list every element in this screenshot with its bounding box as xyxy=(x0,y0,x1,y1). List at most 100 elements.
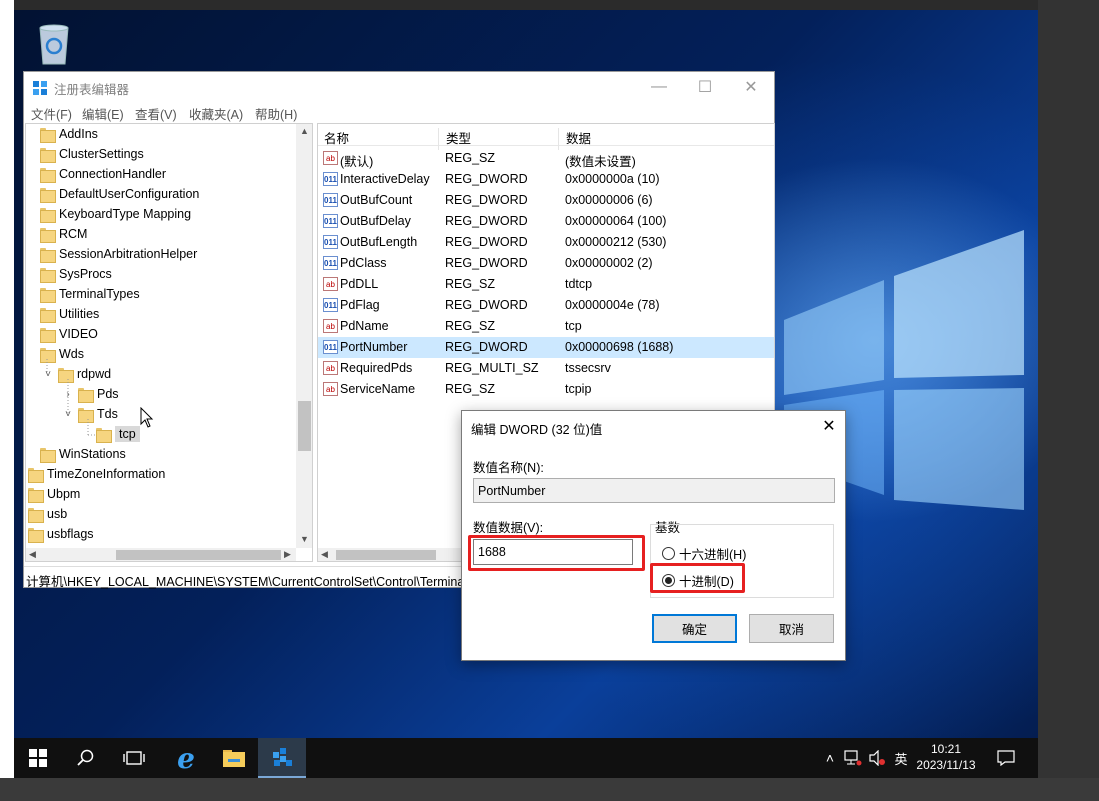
value-data: tssecsrv xyxy=(565,361,611,375)
hex-radio-button[interactable] xyxy=(662,547,675,560)
value-type: REG_DWORD xyxy=(445,214,528,228)
column-type-header[interactable]: 类型 xyxy=(446,128,471,147)
value-row[interactable]: 011 PdClass REG_DWORD 0x00000002 (2) xyxy=(318,253,774,274)
registry-key-tree[interactable]: AddIns ClusterSettings ConnectionHandler De… xyxy=(25,123,313,562)
scroll-left-arrow-icon[interactable]: ◀ xyxy=(29,549,36,560)
action-center-button[interactable] xyxy=(994,738,1018,778)
value-data-input[interactable]: 1688 xyxy=(473,539,633,565)
tree-item[interactable]: Utilities xyxy=(40,304,99,324)
tree-item[interactable]: ˅ rdpwd xyxy=(42,364,111,384)
tree-item[interactable]: TimeZoneInformation xyxy=(28,464,165,484)
tree-item[interactable]: Wds xyxy=(40,344,84,364)
value-row[interactable]: ab RequiredPds REG_MULTI_SZ tssecsrv xyxy=(318,358,774,379)
tree-item[interactable]: ConnectionHandler xyxy=(40,164,166,184)
windows-start-icon xyxy=(29,749,47,767)
tree-item[interactable]: usbflags xyxy=(28,524,94,544)
decimal-radio-button[interactable] xyxy=(662,574,675,587)
scroll-up-arrow-icon[interactable]: ▲ xyxy=(300,126,309,136)
value-name-field: PortNumber xyxy=(473,478,835,503)
menu-view[interactable]: 查看(V) xyxy=(135,104,177,123)
hex-radio[interactable]: 十六进制(H) xyxy=(662,544,746,563)
scroll-left-arrow-icon[interactable]: ◀ xyxy=(321,549,328,560)
tree-item[interactable]: AddIns xyxy=(40,124,98,144)
value-data: 0x00000212 (530) xyxy=(565,235,667,249)
start-button[interactable] xyxy=(14,738,62,778)
regedit-taskbar-button[interactable] xyxy=(258,738,306,778)
tree-item[interactable]: TerminalTypes xyxy=(40,284,140,304)
collapse-chevron-icon[interactable]: ˅ xyxy=(62,409,74,420)
tree-item-label: tcp xyxy=(115,426,140,442)
value-data: 0x0000000a (10) xyxy=(565,172,660,186)
folder-icon xyxy=(40,187,56,203)
internet-explorer-button[interactable]: e xyxy=(162,738,210,778)
screen-frame-bottom xyxy=(0,778,1099,801)
show-hidden-icons-button[interactable]: ˄ xyxy=(820,738,840,778)
value-row[interactable]: ab ServiceName REG_SZ tcpip xyxy=(318,379,774,400)
recycle-bin-icon[interactable] xyxy=(32,20,76,68)
column-data-header[interactable]: 数据 xyxy=(566,128,591,147)
value-name: ServiceName xyxy=(340,382,416,396)
tree-item[interactable]: ˅ Tds xyxy=(62,404,118,424)
menu-help[interactable]: 帮助(H) xyxy=(255,104,297,123)
tree-item[interactable]: › Pds xyxy=(62,384,119,404)
collapse-chevron-icon[interactable]: ˅ xyxy=(42,369,54,380)
tree-item[interactable]: ClusterSettings xyxy=(40,144,144,164)
scroll-down-arrow-icon[interactable]: ▼ xyxy=(300,534,309,544)
value-row[interactable]: 011 InteractiveDelay REG_DWORD 0x0000000a (… xyxy=(318,169,774,190)
string-value-icon: ab xyxy=(323,319,338,333)
scroll-right-arrow-icon[interactable]: ▶ xyxy=(284,549,291,560)
tree-horizontal-scrollbar[interactable]: ◀ ▶ xyxy=(26,548,296,561)
value-data: 0x00000698 (1688) xyxy=(565,340,674,354)
ok-button[interactable]: 确定 xyxy=(652,614,737,643)
search-icon xyxy=(77,749,94,766)
menu-file[interactable]: 文件(F) xyxy=(31,104,72,123)
network-tray-button[interactable] xyxy=(842,738,864,778)
cancel-button[interactable]: 取消 xyxy=(749,614,834,643)
menu-edit[interactable]: 编辑(E) xyxy=(82,104,124,123)
value-row[interactable]: ab PdName REG_SZ tcp xyxy=(318,316,774,337)
value-row[interactable]: 011 OutBufCount REG_DWORD 0x00000006 (6) xyxy=(318,190,774,211)
task-view-button[interactable] xyxy=(110,738,158,778)
expand-chevron-icon[interactable]: › xyxy=(62,389,74,400)
value-name: PdClass xyxy=(340,256,387,270)
tree-item[interactable]: Ubpm xyxy=(28,484,80,504)
title-bar[interactable]: 注册表编辑器 — ☐ ✕ xyxy=(24,72,774,102)
search-button[interactable] xyxy=(62,738,110,778)
tree-item[interactable]: DefaultUserConfiguration xyxy=(40,184,199,204)
tree-item[interactable]: tcp xyxy=(96,424,140,444)
tree-item[interactable]: VIDEO xyxy=(40,324,98,344)
tree-item[interactable]: WinStations xyxy=(40,444,126,464)
decimal-radio[interactable]: 十进制(D) xyxy=(662,571,734,590)
tree-item[interactable]: KeyboardType Mapping xyxy=(40,204,191,224)
close-button[interactable]: ✕ xyxy=(728,72,774,102)
value-row[interactable]: 011 PortNumber REG_DWORD 0x00000698 (1688) xyxy=(318,337,774,358)
taskbar-clock[interactable]: 10:21 2023/11/13 xyxy=(906,741,986,773)
minimize-button[interactable]: — xyxy=(636,72,682,102)
list-hscroll-thumb[interactable] xyxy=(336,550,436,560)
tree-item[interactable]: RCM xyxy=(40,224,87,244)
value-type: REG_SZ xyxy=(445,319,496,333)
value-row[interactable]: ab PdDLL REG_SZ tdtcp xyxy=(318,274,774,295)
value-row[interactable]: 011 PdFlag REG_DWORD 0x0000004e (78) xyxy=(318,295,774,316)
folder-icon xyxy=(40,287,56,303)
tree-item[interactable]: SessionArbitrationHelper xyxy=(40,244,197,264)
maximize-button[interactable]: ☐ xyxy=(682,72,728,102)
list-header: 名称 类型 数据 xyxy=(318,124,774,150)
value-row[interactable]: 011 OutBufDelay REG_DWORD 0x00000064 (100) xyxy=(318,211,774,232)
tree-item[interactable]: usb xyxy=(28,504,67,524)
volume-tray-button[interactable] xyxy=(866,738,888,778)
decimal-radio-label: 十进制(D) xyxy=(679,575,734,589)
dialog-close-button[interactable]: ✕ xyxy=(813,411,845,441)
column-name-header[interactable]: 名称 xyxy=(324,128,349,147)
tree-scroll-thumb[interactable] xyxy=(298,401,311,451)
value-row[interactable]: 011 OutBufLength REG_DWORD 0x00000212 (530) xyxy=(318,232,774,253)
menu-favorites[interactable]: 收藏夹(A) xyxy=(189,104,243,123)
tree-item[interactable]: SysProcs xyxy=(40,264,112,284)
value-data: 0x0000004e (78) xyxy=(565,298,660,312)
tree-item-label: SessionArbitrationHelper xyxy=(59,247,198,261)
tree-vertical-scrollbar[interactable]: ▲ ▼ xyxy=(296,124,312,548)
value-row[interactable]: ab (默认) REG_SZ (数值未设置) xyxy=(318,148,774,169)
tree-hscroll-thumb[interactable] xyxy=(116,550,281,560)
file-explorer-button[interactable] xyxy=(210,738,258,778)
screen-frame-left xyxy=(0,0,14,801)
